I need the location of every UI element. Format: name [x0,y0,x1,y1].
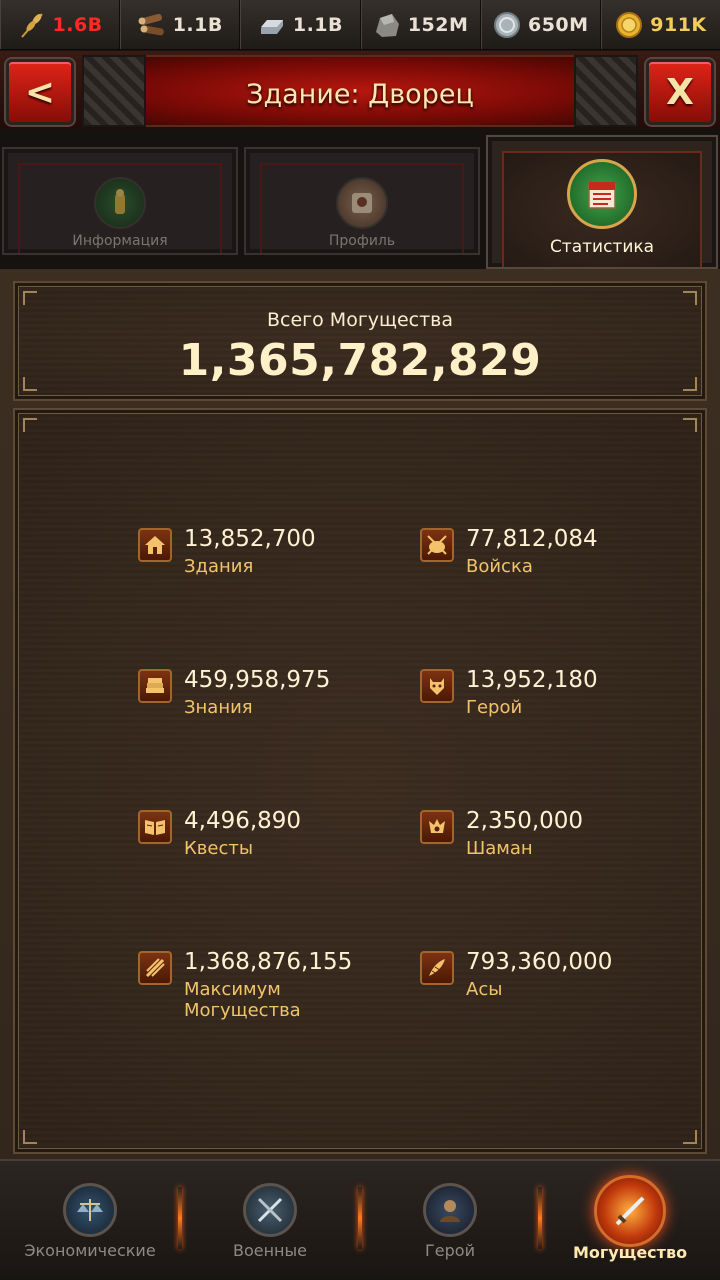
resource-stone-value: 152M [407,13,469,36]
wheat-icon [20,12,43,38]
stone-icon [375,13,399,37]
military-icon [243,1183,297,1237]
corner-ornament [23,1130,37,1144]
economic-icon [63,1183,117,1237]
silver-coin-icon [493,11,520,38]
stat-label: Квесты [184,838,254,859]
stat-label: Войска [466,556,533,577]
resource-food[interactable]: 1.6B [0,0,121,49]
stat-label: Шаман [466,838,533,859]
max-power-icon [138,951,172,985]
stat-value: 1,368,876,155 [184,949,353,975]
resource-wood-value: 1.1B [172,13,223,36]
total-power-value: 1,365,782,829 [178,335,542,386]
tab-bar: Информация Профиль Статистика [0,129,720,269]
stat-value: 13,952,180 [466,667,598,693]
main-content: Всего Могущества 1,365,782,829 13,852,70… [0,269,720,1159]
stat-value: 2,350,000 [466,808,584,834]
tab-profile[interactable]: Профиль [244,147,480,255]
aces-icon [420,951,454,985]
title-banner: Здание: Дворец [96,55,624,127]
resource-gold[interactable]: 911K [601,0,720,49]
resource-food-value: 1.6B [52,13,103,36]
tab-statistics-label: Статистика [549,237,655,257]
total-power-panel: Всего Могущества 1,365,782,829 [13,281,707,401]
tab-profile-label: Профиль [328,233,396,249]
shaman-icon [420,810,454,844]
back-chevron-icon: < [24,71,56,113]
resource-wood[interactable]: 1.1B [120,0,241,49]
corner-ornament [683,1130,697,1144]
gold-coin-icon [616,11,643,38]
buildings-icon [138,528,172,562]
profile-tab-icon [336,177,388,229]
tab-info[interactable]: Информация [2,147,238,255]
stat-label: Герой [466,697,523,718]
total-power-label: Всего Могущества [266,309,453,331]
nav-hero[interactable]: Герой [360,1161,540,1280]
power-breakdown-panel: 13,852,700 Здания 459,958,975 Знания 4,4… [13,408,707,1154]
resource-iron[interactable]: 1.1B [240,0,361,49]
nav-economic[interactable]: Экономические [0,1161,180,1280]
back-button[interactable]: < [6,59,74,125]
stat-value: 13,852,700 [184,526,316,552]
nav-power-label: Могущество [572,1243,688,1262]
stat-label: Асы [466,979,503,1000]
nav-hero-label: Герой [425,1241,475,1260]
tab-info-label: Информация [72,233,168,249]
stat-value: 793,360,000 [466,949,613,975]
title-bar: Здание: Дворец < X [0,51,720,129]
quests-icon [138,810,172,844]
nav-military-label: Военные [232,1241,307,1260]
info-tab-icon [94,177,146,229]
resource-gold-value: 911K [650,13,707,36]
stat-value: 77,812,084 [466,526,598,552]
stat-value: 459,958,975 [184,667,331,693]
stat-label: Здания [184,556,254,577]
close-icon: X [666,71,694,113]
bottom-nav: Экономические Военные Герой Могущество [0,1159,720,1280]
stat-value: 4,496,890 [184,808,302,834]
nav-power[interactable]: Могущество [540,1161,720,1280]
nav-military[interactable]: Военные [180,1161,360,1280]
hero-nav-icon [423,1183,477,1237]
page-title: Здание: Дворец [246,79,474,110]
power-icon [594,1175,666,1247]
stat-label: Максимум Могущества [184,979,301,1021]
knowledge-icon [138,669,172,703]
resource-bar: 1.6B 1.1B 1.1B 152M 650M 911K [0,0,720,50]
corner-ornament [683,291,697,305]
celtic-knot-ornament-left [82,55,146,127]
statistics-tab-icon [567,159,637,229]
stat-label: Знания [184,697,253,718]
hero-icon [420,669,454,703]
corner-ornament [23,418,37,432]
resource-silver[interactable]: 650M [481,0,601,49]
corner-ornament [683,418,697,432]
wood-logs-icon [138,13,164,35]
resource-stone[interactable]: 152M [361,0,481,49]
resource-silver-value: 650M [527,13,589,36]
troops-icon [420,528,454,562]
resource-iron-value: 1.1B [292,13,343,36]
nav-economic-label: Экономические [24,1241,156,1260]
close-button[interactable]: X [646,59,714,125]
corner-ornament [23,291,37,305]
celtic-knot-ornament-right [574,55,638,127]
iron-ingot-icon [260,19,283,34]
tab-statistics[interactable]: Статистика [486,135,718,269]
